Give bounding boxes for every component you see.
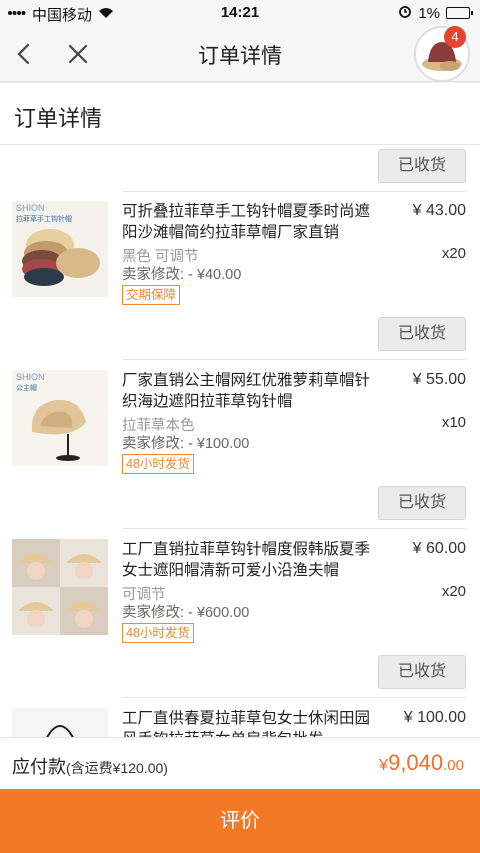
page-title: 订单详情 xyxy=(198,45,282,68)
battery-percent: 1% xyxy=(418,4,440,22)
battery-icon xyxy=(446,7,473,19)
product-thumbnail[interactable]: SHION 公主帽 xyxy=(12,370,108,466)
product-name[interactable]: 工厂直销拉菲草钩针帽度假韩版夏季女士遮阳帽清新可爱小沿渔夫帽 xyxy=(122,539,384,581)
svg-text:SHION: SHION xyxy=(16,372,45,382)
alarm-icon xyxy=(398,4,412,22)
product-quantity: x20 xyxy=(441,583,466,600)
seller-modified-price: 卖家修改: - ¥100.00 xyxy=(122,436,250,452)
status-right: 1% xyxy=(398,4,473,22)
divider xyxy=(122,697,466,698)
section-header: 订单详情 xyxy=(0,83,480,145)
product-quantity: x10 xyxy=(441,414,466,431)
section-title: 订单详情 xyxy=(14,106,103,131)
received-button[interactable]: 已收货 xyxy=(378,149,466,183)
service-tag: 48小时发货 xyxy=(122,623,194,643)
divider xyxy=(122,359,466,360)
hat-stand-image: SHION 公主帽 xyxy=(12,370,108,466)
service-tag: 48小时发货 xyxy=(122,454,194,474)
nav-bar: 订单详情 4 xyxy=(0,26,480,82)
product-price: ¥ 55.00 xyxy=(412,371,466,388)
product-name[interactable]: 工厂直供春夏拉菲草包女士休闲田园风手钩拉菲草女单肩背包批发 xyxy=(122,708,384,737)
currency-symbol: ¥ xyxy=(379,757,389,774)
amount-due-label: 应付款(含运费¥120.00) xyxy=(12,753,168,779)
bag-image xyxy=(12,708,108,737)
review-button[interactable]: 评价 xyxy=(0,789,480,853)
svg-text:SHION: SHION xyxy=(16,203,45,213)
svg-text:公主帽: 公主帽 xyxy=(16,383,37,392)
amount-integer: 9,040 xyxy=(388,750,444,775)
hat-stack-image: SHION 拉菲草手工钩针帽 xyxy=(12,201,108,297)
shipping-note: (含运费¥120.00) xyxy=(66,760,168,776)
divider xyxy=(122,191,466,192)
amount-decimal: .00 xyxy=(443,757,464,774)
product-name[interactable]: 可折叠拉菲草手工钩针帽夏季时尚遮阳沙滩帽简约拉菲草帽厂家直销 xyxy=(122,201,384,243)
order-item-list[interactable]: 已收货 SHION 拉菲草手工钩针帽 可折叠拉菲草手工钩针帽夏季时尚遮阳沙滩帽简… xyxy=(0,145,480,737)
total-amount: ¥9,040.00 xyxy=(379,750,464,776)
amount-due-text: 应付款 xyxy=(12,757,66,777)
received-button[interactable]: 已收货 xyxy=(378,655,466,689)
product-thumbnail[interactable] xyxy=(12,708,108,737)
product-price: ¥ 60.00 xyxy=(412,540,466,557)
service-tag: 交期保障 xyxy=(122,285,181,305)
svg-text:拉菲草手工钩针帽: 拉菲草手工钩针帽 xyxy=(16,214,72,223)
avatar[interactable]: 4 xyxy=(414,26,470,82)
product-quantity: x20 xyxy=(441,245,466,262)
received-button[interactable]: 已收货 xyxy=(378,317,466,351)
seller-modified-price: 卖家修改: - ¥600.00 xyxy=(122,605,250,621)
received-button[interactable]: 已收货 xyxy=(378,486,466,520)
payment-summary: 应付款(含运费¥120.00) ¥9,040.00 xyxy=(0,737,480,789)
bucket-hat-model-image xyxy=(12,539,108,635)
product-price: ¥ 43.00 xyxy=(412,202,466,219)
seller-modified-price: 卖家修改: - ¥40.00 xyxy=(122,267,242,283)
product-price: ¥ 100.00 xyxy=(403,709,466,726)
status-bar: 中国移动 14:21 1% xyxy=(0,0,480,26)
divider xyxy=(122,528,466,529)
product-thumbnail[interactable]: SHION 拉菲草手工钩针帽 xyxy=(12,201,108,297)
product-name[interactable]: 厂家直销公主帽网红优雅萝莉草帽针织海边遮阳拉菲草钩针帽 xyxy=(122,370,384,412)
product-thumbnail[interactable] xyxy=(12,539,108,635)
notification-badge: 4 xyxy=(444,26,466,48)
